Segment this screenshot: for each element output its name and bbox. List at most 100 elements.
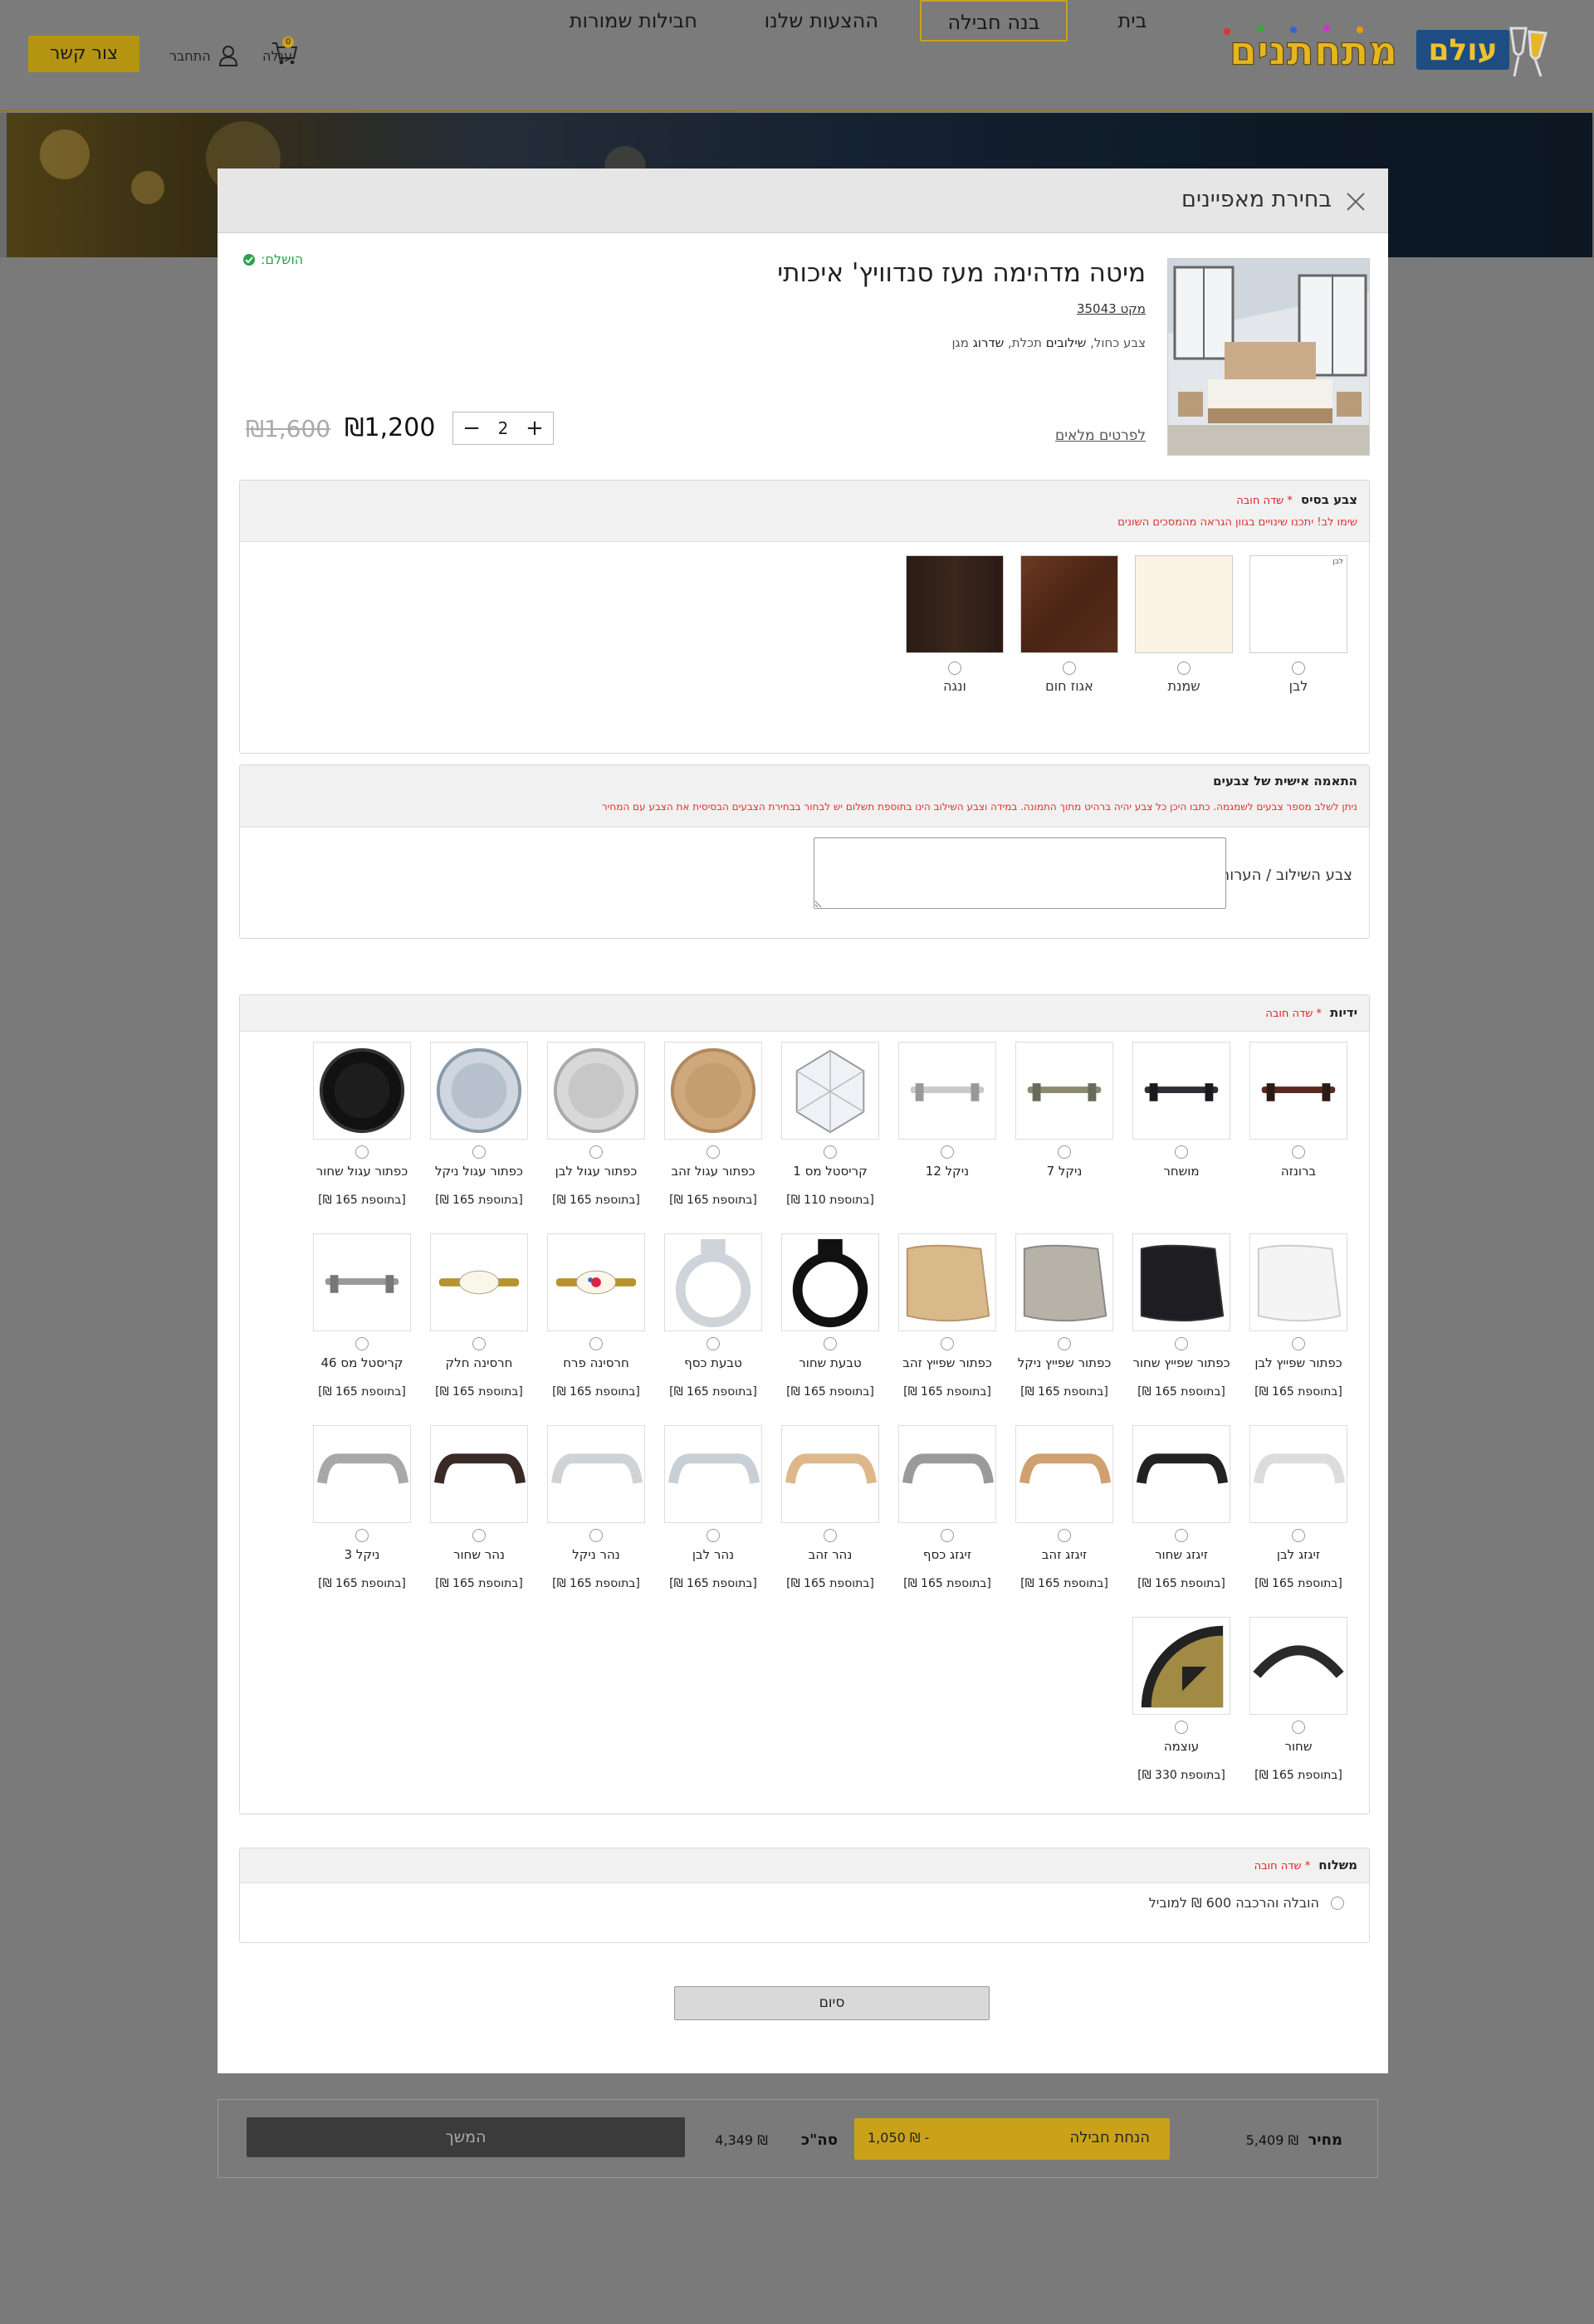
handle-option[interactable]: נהר שחור [בתוספת 165 ₪] [430, 1425, 528, 1590]
handle-option[interactable]: זיגזג לבן [בתוספת 165 ₪] [1249, 1425, 1347, 1590]
handle-radio[interactable] [824, 1337, 837, 1350]
modal-title: בחירת מאפיינים [1181, 187, 1332, 212]
shipping-radio[interactable] [1331, 1896, 1344, 1910]
close-icon[interactable] [1345, 191, 1367, 212]
handle-radio[interactable] [941, 1337, 954, 1350]
product-old-price: ₪1,600 [246, 415, 331, 442]
handle-radio[interactable] [472, 1337, 486, 1350]
handle-radio[interactable] [1175, 1529, 1188, 1542]
finish-button[interactable]: סיום [674, 1986, 990, 2020]
swatch-wenge[interactable]: ונגה [906, 555, 1004, 694]
handle-radio[interactable] [1058, 1337, 1071, 1350]
handle-option[interactable]: כפתור עגול שחור [בתוספת 165 ₪] [313, 1042, 411, 1207]
handle-option[interactable]: כפתור עגול לבן [בתוספת 165 ₪] [547, 1042, 645, 1207]
handle-option[interactable]: ניקל 7 [1015, 1042, 1113, 1194]
handle-option[interactable]: נהר ניקל [בתוספת 165 ₪] [547, 1425, 645, 1590]
plus-icon[interactable]: + [525, 413, 545, 444]
handle-radio[interactable] [941, 1529, 954, 1542]
handle-option[interactable]: שחור [בתוספת 165 ₪] [1249, 1617, 1347, 1782]
cart-button[interactable]: 0 עגלה [262, 37, 329, 75]
handle-option[interactable]: זיגזג כסף [בתוספת 165 ₪] [898, 1425, 996, 1590]
handle-radio[interactable] [1058, 1529, 1071, 1542]
handle-radio[interactable] [589, 1529, 603, 1542]
handle-option[interactable]: ניקל 12 [898, 1042, 996, 1194]
full-details-link[interactable]: לפרטים מלאים [1055, 427, 1146, 444]
handle-option[interactable]: ניקל 3 [בתוספת 165 ₪] [313, 1425, 411, 1590]
notes-textarea[interactable] [814, 837, 1226, 909]
nav-home[interactable]: בית [1117, 0, 1147, 42]
handle-option[interactable]: חרסינה פרח [בתוספת 165 ₪] [547, 1233, 645, 1399]
handle-radio[interactable] [941, 1145, 954, 1159]
swatch-radio[interactable] [948, 662, 961, 675]
handle-radio[interactable] [1175, 1721, 1188, 1734]
nav-saved-packages[interactable]: חבילות שמורות [570, 0, 697, 42]
handle-image [1015, 1042, 1113, 1140]
handle-radio[interactable] [1175, 1145, 1188, 1159]
handle-option[interactable]: נהר לבן [בתוספת 165 ₪] [664, 1425, 762, 1590]
handle-option[interactable]: זיגזג זהב [בתוספת 165 ₪] [1015, 1425, 1113, 1590]
handle-radio[interactable] [355, 1529, 369, 1542]
handle-addon-price: [בתוספת 165 ₪] [1020, 1577, 1108, 1590]
handle-radio[interactable] [1058, 1145, 1071, 1159]
swatch-radio[interactable] [1177, 662, 1191, 675]
handle-radio[interactable] [824, 1529, 837, 1542]
handle-radio[interactable] [589, 1337, 603, 1350]
handle-radio[interactable] [355, 1145, 369, 1159]
handle-option[interactable]: כפתור שפייץ לבן [בתוספת 165 ₪] [1249, 1233, 1347, 1399]
handle-option[interactable]: זיגזג שחור [בתוספת 165 ₪] [1132, 1425, 1230, 1590]
continue-button[interactable]: המשך [247, 2117, 685, 2157]
handle-option[interactable]: כפתור שפייץ ניקל [בתוספת 165 ₪] [1015, 1233, 1113, 1399]
handle-radio[interactable] [589, 1145, 603, 1159]
check-circle-icon [243, 253, 255, 266]
shipping-option[interactable]: הובלה והרכבה 600 ₪ למוביל [1149, 1895, 1344, 1911]
handle-option[interactable]: מושחר [1132, 1042, 1230, 1194]
handle-option[interactable]: נהר זהב [בתוספת 165 ₪] [781, 1425, 879, 1590]
handle-label: נהר לבן [692, 1547, 735, 1562]
site-header: עולם מתחתנים בית בנה חבילה ההצעות שלנו ח… [0, 0, 1594, 111]
handle-radio[interactable] [1292, 1145, 1305, 1159]
handle-label: קריסטל מס 46 [320, 1355, 403, 1370]
handle-radio[interactable] [707, 1145, 720, 1159]
handle-option[interactable]: כפתור שפייץ שחור [בתוספת 165 ₪] [1132, 1233, 1230, 1399]
handle-option[interactable]: טבעת שחור [בתוספת 165 ₪] [781, 1233, 879, 1399]
handle-option[interactable]: כפתור עגול זהב [בתוספת 165 ₪] [664, 1042, 762, 1207]
handle-radio[interactable] [1292, 1529, 1305, 1542]
nav-our-offers[interactable]: ההצעות שלנו [765, 0, 878, 42]
site-logo[interactable]: עולם מתחתנים [1210, 22, 1559, 86]
swatch-radio[interactable] [1292, 662, 1305, 675]
handle-addon-price: [בתוספת 165 ₪] [1137, 1385, 1225, 1399]
handle-label: עוצמה [1163, 1739, 1200, 1754]
nav-build-package[interactable]: בנה חבילה [920, 0, 1068, 42]
handle-option[interactable]: קריסטל מס 1 [בתוספת 110 ₪] [781, 1042, 879, 1207]
handle-option[interactable]: כפתור שפייץ זהב [בתוספת 165 ₪] [898, 1233, 996, 1399]
handle-option[interactable]: עוצמה [בתוספת 330 ₪] [1132, 1617, 1230, 1782]
handle-radio[interactable] [355, 1337, 369, 1350]
handle-option[interactable]: כפתור עגול ניקל [בתוספת 165 ₪] [430, 1042, 528, 1207]
handle-radio[interactable] [707, 1337, 720, 1350]
section-title: ידיות [1329, 1005, 1357, 1020]
minus-icon[interactable]: − [462, 413, 482, 444]
handle-option[interactable]: ברונזה [1249, 1042, 1347, 1194]
handle-radio[interactable] [472, 1145, 486, 1159]
svg-text:מתחתנים: מתחתנים [1230, 28, 1398, 75]
handle-image [1249, 1233, 1347, 1331]
handle-radio[interactable] [1292, 1337, 1305, 1350]
handle-radio[interactable] [1175, 1337, 1188, 1350]
handle-option[interactable]: קריסטל מס 46 [בתוספת 165 ₪] [313, 1233, 411, 1399]
handle-radio[interactable] [472, 1529, 486, 1542]
login-button[interactable]: התחבר [169, 40, 237, 75]
handle-radio[interactable] [824, 1145, 837, 1159]
swatch-white[interactable]: לבן לבן [1249, 555, 1347, 694]
handle-addon-price: [בתוספת 165 ₪] [435, 1577, 523, 1590]
handle-option[interactable]: חרסינה חלק [בתוספת 165 ₪] [430, 1233, 528, 1399]
swatch-cream[interactable]: שמנת [1135, 555, 1233, 694]
contact-button[interactable]: צור קשר [28, 36, 139, 72]
handle-image [547, 1042, 645, 1140]
quantity-value[interactable]: 2 [498, 418, 509, 438]
swatch-radio[interactable] [1063, 662, 1076, 675]
handle-option[interactable]: טבעת כסף [בתוספת 165 ₪] [664, 1233, 762, 1399]
handle-radio[interactable] [1292, 1721, 1305, 1734]
swatch-walnut[interactable]: אגוז חום [1020, 555, 1118, 694]
handle-label: כפתור שפייץ לבן [1254, 1355, 1342, 1370]
handle-radio[interactable] [707, 1529, 720, 1542]
